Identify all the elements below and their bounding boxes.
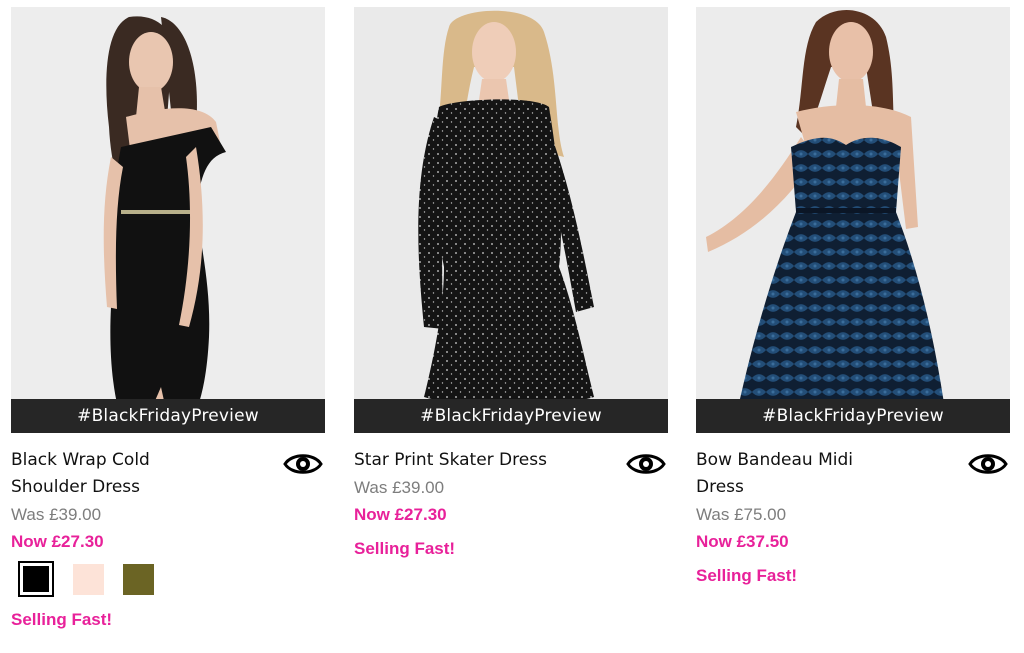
was-price: Was £75.00 — [696, 505, 787, 524]
product-name-link[interactable]: Star Print Skater Dress — [354, 447, 554, 474]
quick-view-button[interactable] — [626, 449, 666, 479]
color-swatches — [18, 561, 325, 597]
now-price: Now £37.50 — [696, 532, 789, 551]
product-info: Black Wrap Cold Shoulder Dress Was £39.0… — [11, 433, 325, 633]
model-photo-bow-bandeau-dress — [696, 7, 1010, 433]
product-grid: #BlackFridayPreview Black Wrap Cold Shou… — [0, 0, 1024, 653]
product-image[interactable]: #BlackFridayPreview — [696, 7, 1010, 433]
now-price: Now £27.30 — [11, 532, 104, 551]
product-card: #BlackFridayPreview Star Print Skater Dr… — [354, 7, 668, 562]
stock-status: Selling Fast! — [11, 610, 113, 629]
stock-status: Selling Fast! — [696, 566, 798, 585]
product-image[interactable]: #BlackFridayPreview — [11, 7, 325, 433]
quick-view-button[interactable] — [968, 449, 1008, 479]
swatch-black-fill — [23, 566, 49, 592]
eye-icon — [968, 454, 1008, 474]
promo-banner: #BlackFridayPreview — [696, 399, 1010, 433]
model-photo-star-print-dress — [354, 7, 668, 433]
swatch-black[interactable] — [18, 561, 54, 597]
swatch-blush[interactable] — [73, 563, 104, 595]
product-name-link[interactable]: Black Wrap Cold Shoulder Dress — [11, 447, 211, 501]
product-info: Star Print Skater Dress Was £39.00 Now £… — [354, 433, 668, 562]
was-price: Was £39.00 — [354, 478, 445, 497]
model-photo-black-wrap-dress — [11, 7, 325, 433]
now-price: Now £27.30 — [354, 505, 447, 524]
promo-banner: #BlackFridayPreview — [11, 399, 325, 433]
product-name-link[interactable]: Bow Bandeau Midi Dress — [696, 447, 896, 501]
swatch-khaki[interactable] — [123, 563, 154, 595]
quick-view-button[interactable] — [283, 449, 323, 479]
product-info: Bow Bandeau Midi Dress Was £75.00 Now £3… — [696, 433, 1010, 589]
product-card: #BlackFridayPreview Black Wrap Cold Shou… — [11, 7, 325, 633]
promo-banner: #BlackFridayPreview — [354, 399, 668, 433]
product-image[interactable]: #BlackFridayPreview — [354, 7, 668, 433]
product-card: #BlackFridayPreview Bow Bandeau Midi Dre… — [696, 7, 1010, 589]
was-price: Was £39.00 — [11, 505, 102, 524]
eye-icon — [626, 454, 666, 474]
stock-status: Selling Fast! — [354, 539, 456, 558]
eye-icon — [283, 454, 323, 474]
